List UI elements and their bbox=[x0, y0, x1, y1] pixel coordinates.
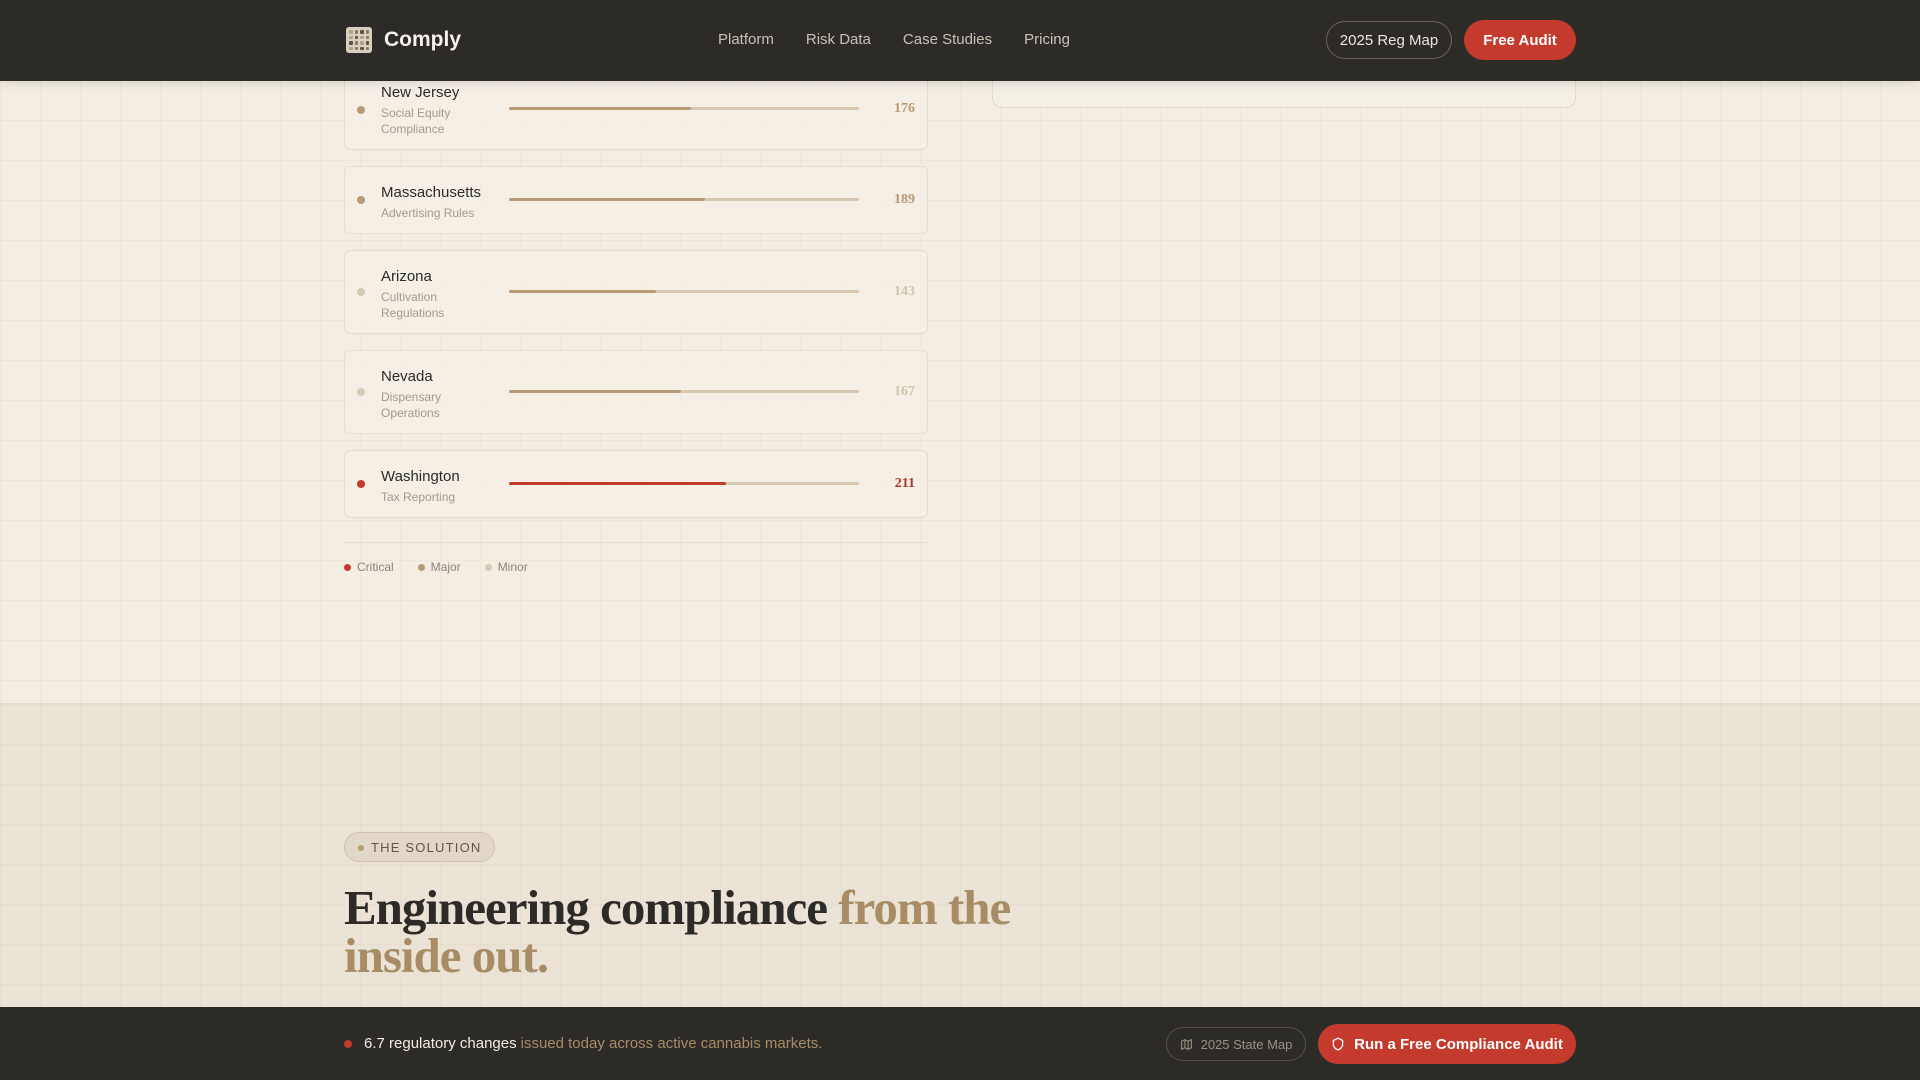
progress-fill bbox=[509, 107, 691, 110]
divider bbox=[344, 542, 928, 543]
state-row-washington[interactable]: Washington Tax Reporting 211 bbox=[344, 450, 928, 518]
nav-link-risk-data[interactable]: Risk Data bbox=[806, 31, 871, 48]
regulatory-ticker: 6.7 regulatory changes issued today acro… bbox=[344, 1035, 822, 1052]
legend-label: Major bbox=[430, 560, 461, 574]
ticker-count: 6.7 regulatory changes bbox=[364, 1035, 517, 1052]
progress-track bbox=[509, 290, 859, 293]
severity-dot bbox=[357, 388, 365, 396]
progress-track bbox=[509, 198, 859, 201]
run-audit-label: Run a Free Compliance Audit bbox=[1354, 1035, 1563, 1053]
shield-icon bbox=[1332, 1037, 1344, 1051]
state-map-button[interactable]: 2025 State Map bbox=[1166, 1027, 1306, 1061]
legend-label: Critical bbox=[357, 560, 394, 574]
state-category: Dispensary Operations bbox=[381, 390, 442, 420]
state-category: Social Equity Compliance bbox=[381, 106, 451, 136]
state-category: Advertising Rules bbox=[381, 206, 475, 220]
severity-dot bbox=[357, 480, 365, 488]
nav-link-case-studies[interactable]: Case Studies bbox=[903, 31, 992, 48]
legend-dot bbox=[484, 563, 492, 571]
state-name: Washington bbox=[381, 468, 460, 485]
state-name: Massachusetts bbox=[381, 184, 482, 201]
change-count: 211 bbox=[894, 476, 915, 491]
main-nav: Platform Risk Data Case Studies Pricing bbox=[718, 31, 1070, 48]
severity-dot bbox=[357, 288, 365, 296]
progress-fill bbox=[509, 482, 726, 485]
progress-track bbox=[509, 390, 859, 393]
legend-dot bbox=[417, 563, 425, 571]
state-category: Tax Reporting bbox=[381, 490, 456, 504]
legend-item-critical: Critical bbox=[344, 560, 394, 574]
state-category: Cultivation Regulations bbox=[381, 290, 445, 320]
severity-dot bbox=[357, 196, 365, 204]
eyebrow-dot bbox=[358, 845, 364, 851]
change-count: 189 bbox=[894, 192, 915, 207]
ticker-text: issued today across active cannabis mark… bbox=[520, 1035, 823, 1052]
progress-fill bbox=[509, 290, 656, 293]
sticky-footer-bar: 6.7 regulatory changes issued today acro… bbox=[0, 1007, 1920, 1080]
legend-label: Minor bbox=[497, 560, 528, 574]
state-map-label: 2025 State Map bbox=[1200, 1036, 1293, 1052]
map-icon bbox=[1180, 1038, 1192, 1050]
eyebrow-label: THE SOLUTION bbox=[371, 839, 482, 855]
progress-fill bbox=[509, 198, 705, 201]
progress-track bbox=[509, 107, 859, 110]
change-count: 143 bbox=[894, 284, 915, 299]
headline-main: Engineering compliance bbox=[344, 880, 839, 935]
state-row-arizona[interactable]: Arizona Cultivation Regulations 143 bbox=[344, 250, 928, 334]
nav-link-platform[interactable]: Platform bbox=[718, 31, 774, 48]
legend-item-minor: Minor bbox=[484, 560, 528, 574]
free-audit-button[interactable]: Free Audit bbox=[1464, 20, 1576, 60]
progress-fill bbox=[509, 390, 681, 393]
section-eyebrow: THE SOLUTION bbox=[344, 832, 496, 862]
legend-item-major: Major bbox=[417, 560, 461, 574]
state-name: Arizona bbox=[381, 268, 432, 285]
severity-dot bbox=[357, 106, 365, 114]
state-name: Nevada bbox=[381, 368, 433, 385]
logo-icon bbox=[346, 27, 372, 53]
legend-dot bbox=[344, 563, 351, 571]
state-row-new-jersey[interactable]: New Jersey Social Equity Compliance 176 bbox=[344, 70, 928, 150]
severity-legend: Critical Major Minor bbox=[344, 560, 528, 574]
state-name: New Jersey bbox=[381, 84, 460, 101]
brand-name: Comply bbox=[384, 28, 462, 51]
change-count: 176 bbox=[894, 101, 915, 116]
section-headline: Engineering compliance from the inside o… bbox=[344, 883, 1064, 980]
top-navbar: Comply Platform Risk Data Case Studies P… bbox=[0, 0, 1920, 81]
run-audit-button[interactable]: Run a Free Compliance Audit bbox=[1318, 1024, 1576, 1064]
brand-logo[interactable]: Comply bbox=[346, 27, 461, 53]
live-indicator-dot bbox=[344, 1039, 352, 1048]
change-count: 167 bbox=[894, 384, 915, 399]
reg-map-button[interactable]: 2025 Reg Map bbox=[1326, 21, 1452, 59]
progress-track bbox=[509, 482, 859, 485]
solution-section: THE SOLUTION Engineering compliance from… bbox=[0, 703, 1920, 1008]
state-row-nevada[interactable]: Nevada Dispensary Operations 167 bbox=[344, 350, 928, 434]
state-row-massachusetts[interactable]: Massachusetts Advertising Rules 189 bbox=[344, 166, 928, 234]
nav-link-pricing[interactable]: Pricing bbox=[1024, 31, 1070, 48]
